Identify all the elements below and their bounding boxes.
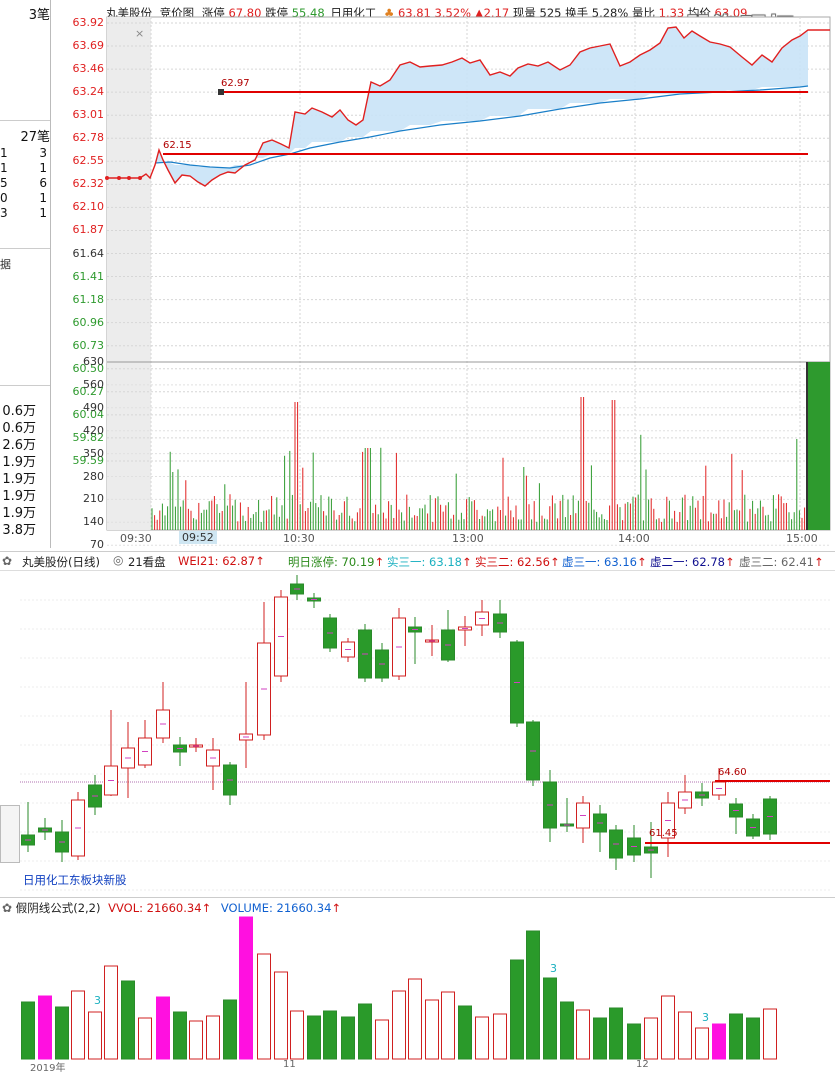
indicator-bar xyxy=(729,1013,743,1060)
indicator-bar xyxy=(526,930,540,1060)
indicator-bar xyxy=(425,999,439,1060)
indicator-bar xyxy=(156,996,170,1060)
indicator-bar xyxy=(223,999,237,1060)
indicator-bar xyxy=(341,1016,355,1060)
indicator-bar xyxy=(408,978,422,1060)
settings-gear-icon[interactable]: ✿ xyxy=(2,554,12,568)
vol-indicator-chart[interactable] xyxy=(0,914,835,1067)
s31-value: 实三一: 63.18↑ xyxy=(387,555,472,569)
indicator-bar xyxy=(189,1020,203,1060)
indicator-bar xyxy=(392,990,406,1060)
indicator-bar xyxy=(290,1010,304,1060)
auction-dot xyxy=(105,176,109,180)
indicator-bar xyxy=(609,1007,623,1060)
indicator-bar xyxy=(560,1001,574,1060)
indicator-bar xyxy=(678,1011,692,1060)
indicator-bar xyxy=(88,1011,102,1060)
indicator-bar xyxy=(712,1023,726,1060)
indicator-bar xyxy=(695,1027,709,1060)
indicator-bar xyxy=(206,1015,220,1060)
indicator-bar xyxy=(323,1010,337,1060)
indicator-bar xyxy=(441,991,455,1060)
kline-chart[interactable] xyxy=(0,570,835,898)
auction-dot xyxy=(117,176,121,180)
auction-dot xyxy=(138,176,142,180)
level-anchor xyxy=(218,89,224,95)
s32-value: 实三二: 62.56↑ xyxy=(475,555,560,569)
auction-volume-block xyxy=(808,362,830,530)
upper-level-label: 62.97 xyxy=(221,78,250,89)
time-label-1300: 13:00 xyxy=(452,532,484,545)
indicator-bar xyxy=(121,980,135,1060)
indicator-bar xyxy=(493,1013,507,1060)
auction-dot xyxy=(127,176,131,180)
indicator-bar xyxy=(375,1019,389,1060)
x31-value: 虚三一: 63.16↑ xyxy=(562,555,647,569)
mark-label: 3 xyxy=(94,994,101,1007)
indicator-bar xyxy=(239,916,253,1060)
time-label-1030: 10:30 xyxy=(283,532,315,545)
kline-high-label: 64.60 xyxy=(718,767,747,778)
x21-value: 虚二一: 62.78↑ xyxy=(650,555,735,569)
indicator-bar xyxy=(661,995,675,1060)
date-label: 12 xyxy=(636,1059,649,1070)
date-label: 11 xyxy=(283,1059,296,1070)
indicator-bar xyxy=(257,953,271,1060)
divider xyxy=(0,897,835,898)
indicator-bar xyxy=(510,959,524,1060)
indicator-bar xyxy=(644,1017,658,1060)
indicator-bar xyxy=(543,977,557,1060)
indicator-bars xyxy=(21,916,777,1060)
indicator-bar xyxy=(38,995,52,1060)
indicator-bar xyxy=(104,965,118,1060)
indicator-bar xyxy=(307,1015,321,1060)
indicator-bar xyxy=(576,1009,590,1060)
indicator-bar xyxy=(458,1005,472,1060)
dropdown-circle-icon[interactable]: ◎ xyxy=(113,553,123,567)
kline-tags[interactable]: 日用化工东板块新股 xyxy=(23,872,127,888)
indicator-bar xyxy=(173,1011,187,1060)
mark-label: 3 xyxy=(550,962,557,975)
wei-value: WEI21: 62.87↑ xyxy=(178,554,265,568)
left-scroll-handle[interactable] xyxy=(0,805,20,863)
indicator-bar xyxy=(593,1017,607,1060)
indicator-bar xyxy=(475,1016,489,1060)
pre-market-zone xyxy=(107,17,151,530)
settings-gear-icon[interactable]: ✿ xyxy=(2,901,12,915)
indicator-bar xyxy=(358,1003,372,1060)
next-limit-value: 明日涨停: 70.19↑ xyxy=(288,555,385,569)
indicator-bar xyxy=(746,1017,760,1060)
indicator-bar xyxy=(71,990,85,1060)
mark-label: 3 xyxy=(702,1011,709,1024)
indicator-bar xyxy=(627,1023,641,1060)
close-marker xyxy=(806,362,808,530)
kline-title[interactable]: 丸美股份(日线) xyxy=(22,554,100,570)
indicator-bar xyxy=(138,1017,152,1060)
lower-level-label: 62.15 xyxy=(163,140,192,151)
indicator-bar xyxy=(274,971,288,1060)
indicator-bar xyxy=(55,1006,69,1060)
kline-header: ✿ 丸美股份(日线) ◎ 21看盘 WEI21: 62.87↑ 明日涨停: 70… xyxy=(0,551,835,571)
kline-low-label: 61.45 xyxy=(649,828,678,839)
time-label-1500: 15:00 xyxy=(786,532,818,545)
time-label-1400: 14:00 xyxy=(618,532,650,545)
vvol-value: VVOL: 21660.34↑ xyxy=(108,901,212,915)
indicator-bar xyxy=(21,1001,35,1060)
intraday-chart[interactable] xyxy=(0,0,835,548)
vol-indicator-title[interactable]: 假阴线公式(2,2) xyxy=(16,901,101,915)
indicator-bar xyxy=(763,1008,777,1060)
close-icon[interactable]: × xyxy=(135,27,144,40)
plate-name[interactable]: 21看盘 xyxy=(128,554,166,570)
time-cursor-label: 09:52 xyxy=(179,531,217,544)
time-label-open: 09:30 xyxy=(120,532,152,545)
x32-value: 虚三二: 62.41↑ xyxy=(739,555,824,569)
volume-value: VOLUME: 21660.34↑ xyxy=(220,901,342,915)
